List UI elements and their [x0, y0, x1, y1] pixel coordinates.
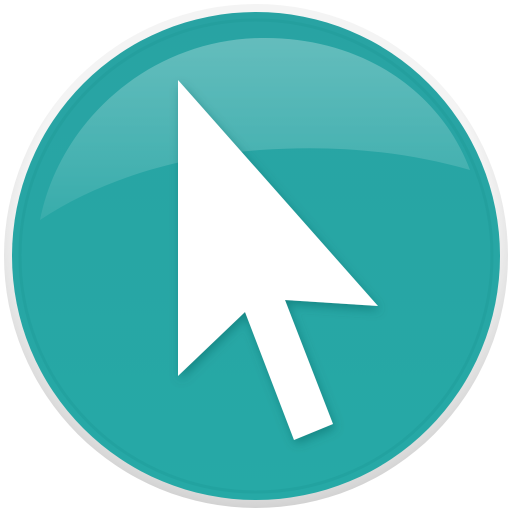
cursor-button-icon[interactable] — [0, 0, 512, 512]
app-icon-canvas — [0, 0, 512, 512]
